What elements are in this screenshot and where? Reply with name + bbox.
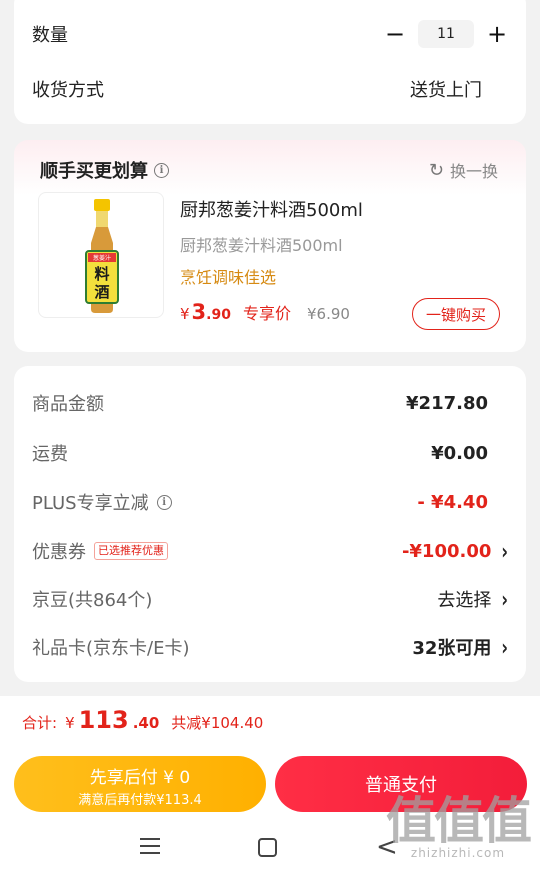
- shipping-row[interactable]: 收货方式 送货上门: [32, 76, 508, 102]
- price-decimal: .90: [206, 307, 231, 323]
- info-icon[interactable]: i: [156, 494, 172, 510]
- price-integer: 3: [191, 300, 207, 324]
- coupon-label: 优惠券: [32, 542, 86, 563]
- order-total: 合计: ¥ 113 .40 共减¥104.40: [22, 706, 263, 734]
- info-icon[interactable]: i: [154, 162, 169, 178]
- quantity-label: 数量: [32, 25, 68, 46]
- order-options-card: 数量 − 11 + 收货方式 送货上门: [14, 0, 526, 124]
- watermark-text: 值值值: [386, 792, 532, 850]
- goods-amount-value: ¥217.80: [406, 392, 488, 414]
- jingdou-label: 京豆(共864个): [32, 590, 153, 611]
- refresh-icon: ↻: [428, 159, 444, 181]
- chevron-right-icon: ›: [501, 585, 508, 613]
- bottle-label-b: 酒: [94, 283, 109, 301]
- product-tag: 烹饪调味佳选: [180, 268, 277, 287]
- bundle-title: 顺手买更划算 i: [40, 157, 169, 183]
- gift-card-value-wrap: 32张可用 ›: [412, 633, 508, 661]
- total-label: 合计:: [22, 714, 58, 732]
- total-integer: 113: [78, 706, 129, 734]
- summary-row-shipping-fee: 运费 ¥0.00: [32, 440, 508, 466]
- price-summary-card: 商品金额 ¥217.80 运费 ¥0.00 PLUS专享立减 i - ¥4.40…: [14, 366, 526, 682]
- gift-card-label: 礼品卡(京东卡/E卡): [32, 638, 190, 659]
- gift-card-value: 32张可用: [412, 638, 492, 659]
- quantity-row: 数量 − 11 +: [32, 20, 508, 48]
- plus-discount-label: PLUS专享立减: [32, 493, 149, 514]
- coupon-value: -¥100.00: [401, 540, 492, 562]
- coupon-label-wrap: 优惠券 已选推荐优惠: [32, 538, 168, 564]
- total-symbol: ¥: [65, 714, 75, 732]
- summary-row-gift-card[interactable]: 礼品卡(京东卡/E卡) 32张可用 ›: [32, 633, 508, 661]
- jingdou-value: 去选择: [437, 590, 492, 611]
- chevron-right-icon: ›: [501, 633, 508, 661]
- total-savings: 共减¥104.40: [171, 714, 264, 732]
- chevron-right-icon: ›: [501, 537, 508, 565]
- pay-later-subtitle: 满意后再付款¥113.4: [78, 793, 202, 808]
- bundle-title-text: 顺手买更划算: [40, 161, 148, 182]
- bottle-label-top: 葱姜汁: [93, 254, 111, 262]
- exclusive-price-label: 专享价: [242, 304, 291, 323]
- plus-discount-value: - ¥4.40: [417, 491, 488, 513]
- menu-icon[interactable]: [140, 838, 160, 859]
- quantity-stepper: − 11 +: [384, 20, 508, 48]
- pay-later-button[interactable]: 先享后付 ¥ 0 满意后再付款¥113.4: [14, 756, 266, 812]
- summary-row-goods-amount: 商品金额 ¥217.80: [32, 390, 508, 416]
- shipping-fee-value: ¥0.00: [431, 442, 488, 464]
- minus-button[interactable]: −: [384, 22, 406, 46]
- plus-button[interactable]: +: [486, 22, 508, 46]
- coupon-value-wrap: -¥100.00 ›: [401, 537, 508, 565]
- checkout-bar: 合计: ¥ 113 .40 共减¥104.40 先享后付 ¥ 0 满意后再付款¥…: [0, 696, 540, 882]
- total-decimal: .40: [132, 714, 160, 732]
- product-name[interactable]: 厨邦葱姜汁料酒500ml: [180, 196, 363, 222]
- summary-row-plus-discount: PLUS专享立减 i - ¥4.40: [32, 489, 508, 515]
- watermark-logo: 值值值 zhizhizhi.com: [386, 792, 532, 860]
- summary-row-coupon[interactable]: 优惠券 已选推荐优惠 -¥100.00 ›: [32, 537, 508, 565]
- bundle-card: 顺手买更划算 i ↻ 换一换 葱姜汁 料 酒 厨邦葱姜汁料酒500ml 厨邦葱姜…: [14, 140, 526, 352]
- product-subtitle: 厨邦葱姜汁料酒500ml: [180, 236, 343, 255]
- jingdou-value-wrap: 去选择 ›: [437, 585, 508, 613]
- coupon-badge: 已选推荐优惠: [94, 542, 168, 560]
- shipping-label: 收货方式: [32, 80, 104, 101]
- product-price: ¥ 3 .90 专享价 ¥6.90: [180, 300, 350, 324]
- shipping-fee-label: 运费: [32, 444, 68, 465]
- swap-label: 换一换: [449, 162, 498, 181]
- cooking-wine-bottle-icon: 葱姜汁 料 酒: [85, 199, 119, 313]
- quantity-input[interactable]: 11: [418, 20, 474, 48]
- pay-later-title: 先享后付 ¥ 0: [89, 768, 191, 788]
- summary-row-jingdou[interactable]: 京豆(共864个) 去选择 ›: [32, 585, 508, 613]
- goods-amount-label: 商品金额: [32, 394, 104, 415]
- original-price: ¥6.90: [307, 305, 350, 323]
- price-symbol: ¥: [180, 305, 190, 323]
- product-image[interactable]: 葱姜汁 料 酒: [38, 192, 164, 318]
- bottle-label-a: 料: [94, 265, 109, 283]
- one-click-buy-button[interactable]: 一键购买: [412, 298, 500, 330]
- home-icon[interactable]: [258, 838, 277, 857]
- shipping-value: 送货上门: [410, 80, 482, 101]
- plus-discount-label-wrap: PLUS专享立减 i: [32, 489, 172, 515]
- swap-button[interactable]: ↻ 换一换: [429, 158, 498, 182]
